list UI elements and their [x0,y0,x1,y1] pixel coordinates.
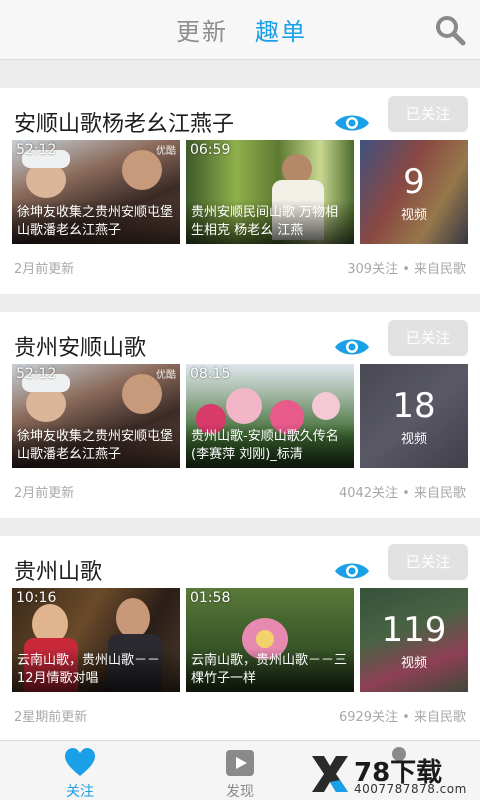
heart-icon [65,748,95,776]
updated-time: 2月前更新 [14,262,75,277]
video-thumbnail[interactable]: 08:15 贵州山歌-安顺山歌久传名(李赛萍 刘刚)_标清 [186,364,354,468]
video-duration: 06:59 [190,142,231,158]
playlist-title: 安顺山歌杨老幺江燕子 [14,112,235,137]
x-logo-icon [312,756,348,792]
video-caption: 徐坤友收集之贵州安顺屯堡山歌潘老幺江燕子 [12,424,180,468]
video-caption: 云南山歌，贵州山歌－－三棵竹子一样 [186,648,354,692]
video-duration: 52:12 [16,142,57,158]
more-videos-tile[interactable]: 119 视频 [360,588,468,692]
video-duration: 08:15 [190,366,231,382]
video-duration: 10:16 [16,590,57,606]
video-count: 18 [392,386,436,426]
video-count: 9 [403,162,425,202]
video-duration: 01:58 [190,590,231,606]
playlist-title: 贵州山歌 [14,560,103,585]
video-count-label: 视频 [400,656,427,671]
playlist-card[interactable]: 贵州山歌 已关注 10:16 云南山歌，贵州山歌－－12月情歌对唱 01:58 … [0,536,480,742]
playlist-title: 贵州安顺山歌 [14,336,147,361]
logo-sub: 4007787878.com [354,782,467,796]
video-duration: 52:12 [16,366,57,382]
followed-button[interactable]: 已关注 [388,544,468,580]
playlist-card[interactable]: 贵州安顺山歌 已关注 52:12 优酷 徐坤友收集之贵州安顺屯堡山歌潘老幺江燕子… [0,312,480,518]
more-videos-tile[interactable]: 9 视频 [360,140,468,244]
video-thumbnail[interactable]: 01:58 云南山歌，贵州山歌－－三棵竹子一样 [186,588,354,692]
video-count: 119 [381,610,447,650]
video-thumbnail[interactable]: 10:16 云南山歌，贵州山歌－－12月情歌对唱 [12,588,180,692]
playlist-card[interactable]: 安顺山歌杨老幺江燕子 已关注 52:12 优酷 徐坤友收集之贵州安顺屯堡山歌潘老… [0,88,480,294]
playlist-stats: 4042关注 • 来自民歌 [338,486,466,501]
video-thumbnail[interactable]: 52:12 优酷 徐坤友收集之贵州安顺屯堡山歌潘老幺江燕子 [12,364,180,468]
updated-time: 2月前更新 [14,486,75,501]
video-thumbnail[interactable]: 06:59 贵州安顺民间山歌 万物相生相克 杨老幺 江燕 [186,140,354,244]
video-watermark: 优酷 [156,146,176,157]
eye-icon [335,563,369,579]
top-bar: 更新 趣单 [0,0,480,60]
playlist-stats: 309关注 • 来自民歌 [347,262,466,277]
updated-time: 2星期前更新 [14,710,88,725]
tab-qudan[interactable]: 趣单 [255,12,307,47]
followed-button[interactable]: 已关注 [388,96,468,132]
eye-icon [335,115,369,131]
play-icon [226,750,254,776]
video-count-label: 视频 [400,208,427,223]
video-caption: 云南山歌，贵州山歌－－12月情歌对唱 [12,648,180,692]
video-count-label: 视频 [400,432,427,447]
eye-icon [335,339,369,355]
nav-discover[interactable]: 发现 [160,741,320,800]
site-watermark-logo: 78下载 4007787878.com [304,750,476,798]
nav-discover-label: 发现 [226,784,254,800]
nav-follow[interactable]: 关注 [0,741,160,800]
video-caption: 贵州山歌-安顺山歌久传名(李赛萍 刘刚)_标清 [186,424,354,468]
more-videos-tile[interactable]: 18 视频 [360,364,468,468]
tab-update[interactable]: 更新 [176,12,228,47]
nav-follow-label: 关注 [66,784,94,800]
video-watermark: 优酷 [156,370,176,381]
playlist-stats: 6929关注 • 来自民歌 [338,710,466,725]
video-caption: 徐坤友收集之贵州安顺屯堡山歌潘老幺江燕子 [12,200,180,244]
video-thumbnail[interactable]: 52:12 优酷 徐坤友收集之贵州安顺屯堡山歌潘老幺江燕子 [12,140,180,244]
followed-button[interactable]: 已关注 [388,320,468,356]
video-caption: 贵州安顺民间山歌 万物相生相克 杨老幺 江燕 [186,200,354,244]
search-icon[interactable] [434,14,466,46]
